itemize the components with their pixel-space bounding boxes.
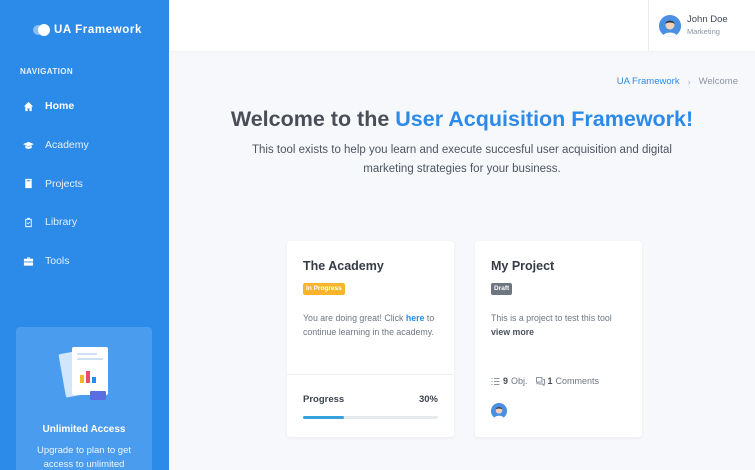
sidebar-item-label: Tools xyxy=(45,255,70,268)
book-icon xyxy=(25,179,32,189)
brand-name: UA Framework xyxy=(54,24,142,36)
breadcrumb-separator-icon: › xyxy=(687,76,691,87)
avatar[interactable] xyxy=(491,403,507,419)
progress-label: Progress xyxy=(303,394,345,405)
comments-label: Comments xyxy=(555,376,600,386)
nav-heading: NAVIGATION xyxy=(20,67,74,76)
sidebar-item-label: Academy xyxy=(45,139,89,152)
list-icon xyxy=(491,377,500,385)
progress-bar xyxy=(303,416,438,419)
page-title: Welcome to the User Acquisition Framewor… xyxy=(169,107,755,132)
page-title-accent: User Acquisition Framework! xyxy=(395,107,694,131)
view-more-link[interactable]: view more xyxy=(491,327,534,337)
report-illustration-icon xyxy=(58,347,108,400)
comments-count: 1 xyxy=(547,376,553,386)
toolbox-icon xyxy=(23,256,34,266)
card-description: This is a project to test this tool view … xyxy=(491,312,631,339)
top-bar: John Doe Marketing xyxy=(169,0,755,51)
objectives-count: 9 xyxy=(503,376,509,386)
sidebar-item-tools[interactable]: Tools xyxy=(0,242,169,281)
card-title: My Project xyxy=(491,259,555,273)
promo-text: Upgrade to plan to get access to unlimit… xyxy=(36,445,131,470)
objectives-label: Obj. xyxy=(511,376,528,386)
comments-icon xyxy=(535,376,545,386)
status-badge: Draft xyxy=(491,283,513,295)
logo-icon xyxy=(33,23,51,37)
card-title: The Academy xyxy=(303,259,384,273)
sidebar-item-library[interactable]: Library xyxy=(0,203,169,242)
page-subtitle: This tool exists to help you learn and e… xyxy=(252,144,672,175)
breadcrumb: UA Framework › Welcome xyxy=(617,76,738,87)
breadcrumb-root-link[interactable]: UA Framework xyxy=(617,76,680,87)
user-menu[interactable]: John Doe Marketing xyxy=(648,0,755,51)
user-avatar-icon xyxy=(659,14,681,37)
user-avatar-icon xyxy=(491,403,507,419)
continue-learning-link[interactable]: here xyxy=(406,313,425,323)
progress-value: 30% xyxy=(418,394,438,405)
page-title-prefix: Welcome to the xyxy=(230,107,396,131)
project-description: This is a project to test this tool xyxy=(491,313,612,323)
sidebar-item-academy[interactable]: Academy xyxy=(0,126,169,165)
sidebar: UA Framework NAVIGATION Home Academy Pro… xyxy=(0,0,169,470)
card-text-before: You are doing great! Click xyxy=(303,313,406,323)
brand-logo[interactable]: UA Framework xyxy=(33,21,142,39)
project-meta: 9 Obj. 1 Comments xyxy=(491,376,599,386)
sidebar-item-label: Projects xyxy=(45,177,83,190)
sidebar-nav: Home Academy Projects Library Tools xyxy=(0,87,169,280)
user-name: John Doe xyxy=(687,14,728,25)
graduation-cap-icon xyxy=(23,141,34,149)
sidebar-item-projects[interactable]: Projects xyxy=(0,164,169,203)
sidebar-item-label: Home xyxy=(45,100,75,113)
card-description: You are doing great! Click here to conti… xyxy=(303,312,443,339)
sidebar-item-label: Library xyxy=(45,216,78,229)
avatar xyxy=(659,14,681,37)
breadcrumb-current: Welcome xyxy=(698,76,738,87)
promo-title: Unlimited Access xyxy=(42,424,126,435)
user-role: Marketing xyxy=(687,27,720,36)
academy-card[interactable]: The Academy In Progress You are doing gr… xyxy=(287,241,454,437)
clipboard-icon xyxy=(25,217,32,227)
project-card[interactable]: My Project Draft This is a project to te… xyxy=(475,241,642,437)
home-icon xyxy=(23,101,34,111)
sidebar-item-home[interactable]: Home xyxy=(0,87,169,126)
upgrade-promo-card[interactable]: Unlimited Access Upgrade to plan to get … xyxy=(16,327,152,470)
progress-bar-fill xyxy=(303,416,344,419)
status-badge: In Progress xyxy=(303,283,345,295)
card-divider xyxy=(287,374,454,375)
